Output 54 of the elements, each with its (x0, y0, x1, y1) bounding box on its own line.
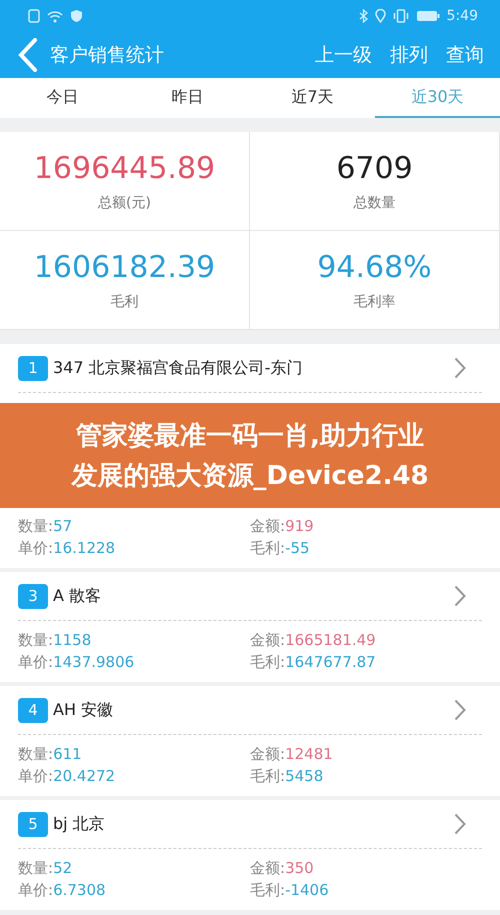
vibrate-icon (392, 9, 409, 23)
wifi-icon (47, 10, 63, 22)
sim-icon (28, 9, 40, 23)
period-tab[interactable]: 昨日 (125, 78, 250, 118)
period-tab[interactable]: 近7天 (250, 78, 375, 118)
stat-text: 数量:57 (18, 517, 74, 536)
back-icon[interactable] (18, 38, 38, 72)
summary-label: 总数量 (354, 194, 396, 212)
header-action[interactable]: 查询 (446, 42, 484, 68)
rank-badge: 5 (18, 812, 48, 836)
stat-text: 毛利:5458 (250, 767, 324, 786)
shield-icon (70, 9, 83, 23)
status-time: 5:49 (446, 8, 478, 24)
page-title: 客户销售统计 (50, 43, 164, 68)
stat-text: 金额:12481 (250, 745, 334, 764)
chevron-icon[interactable] (454, 357, 466, 379)
location-icon (374, 9, 386, 23)
caption-banner: 管家婆最准一码一肖,助力行业 发展的强大资源_Device2.48 (0, 403, 500, 508)
stat-text: 毛利:1647677.87 (250, 653, 377, 672)
stat-text: 单价:20.4272 (18, 767, 116, 786)
battery-icon (416, 10, 440, 22)
period-tab[interactable]: 今日 (0, 78, 125, 118)
summary-value: 6709 (336, 150, 413, 186)
header-action[interactable]: 排列 (390, 42, 428, 68)
stat-text: 数量:52 (18, 859, 74, 878)
summary-label: 毛利 (110, 292, 138, 310)
stat-text: 毛利:-1406 (250, 881, 330, 900)
stat-text: 金额:919 (250, 517, 315, 536)
header-action[interactable]: 上一级 (315, 42, 372, 68)
chevron-icon[interactable] (454, 585, 466, 607)
stat-text: 单价:6.7308 (18, 881, 107, 900)
customer-name: bj 北京 (53, 814, 105, 834)
period-tab[interactable]: 近30天 (375, 78, 500, 118)
chevron-icon[interactable] (454, 699, 466, 721)
rank-badge: 1 (18, 356, 48, 380)
bluetooth-icon (358, 9, 368, 23)
customer-name: 347 北京聚福宫食品有限公司-东门 (53, 358, 302, 378)
rank-badge: 4 (18, 698, 48, 722)
customer-name: AH 安徽 (53, 700, 114, 720)
chevron-icon[interactable] (454, 813, 466, 835)
summary-value: 1606182.39 (34, 250, 216, 284)
stat-text: 金额:1665181.49 (250, 631, 377, 650)
stat-text: 金额:350 (250, 859, 315, 878)
rank-badge: 3 (18, 584, 48, 608)
stat-text: 数量:1158 (18, 631, 92, 650)
stat-text: 单价:16.1228 (18, 539, 116, 558)
stat-text: 毛利:-55 (250, 539, 311, 558)
summary-value: 94.68% (317, 250, 432, 284)
summary-label: 总额(元) (98, 194, 151, 212)
customer-name: A 散客 (53, 586, 102, 606)
summary-value: 1696445.89 (34, 150, 216, 186)
summary-label: 毛利率 (354, 292, 396, 310)
stat-text: 数量:611 (18, 745, 83, 764)
stat-text: 单价:1437.9806 (18, 653, 136, 672)
